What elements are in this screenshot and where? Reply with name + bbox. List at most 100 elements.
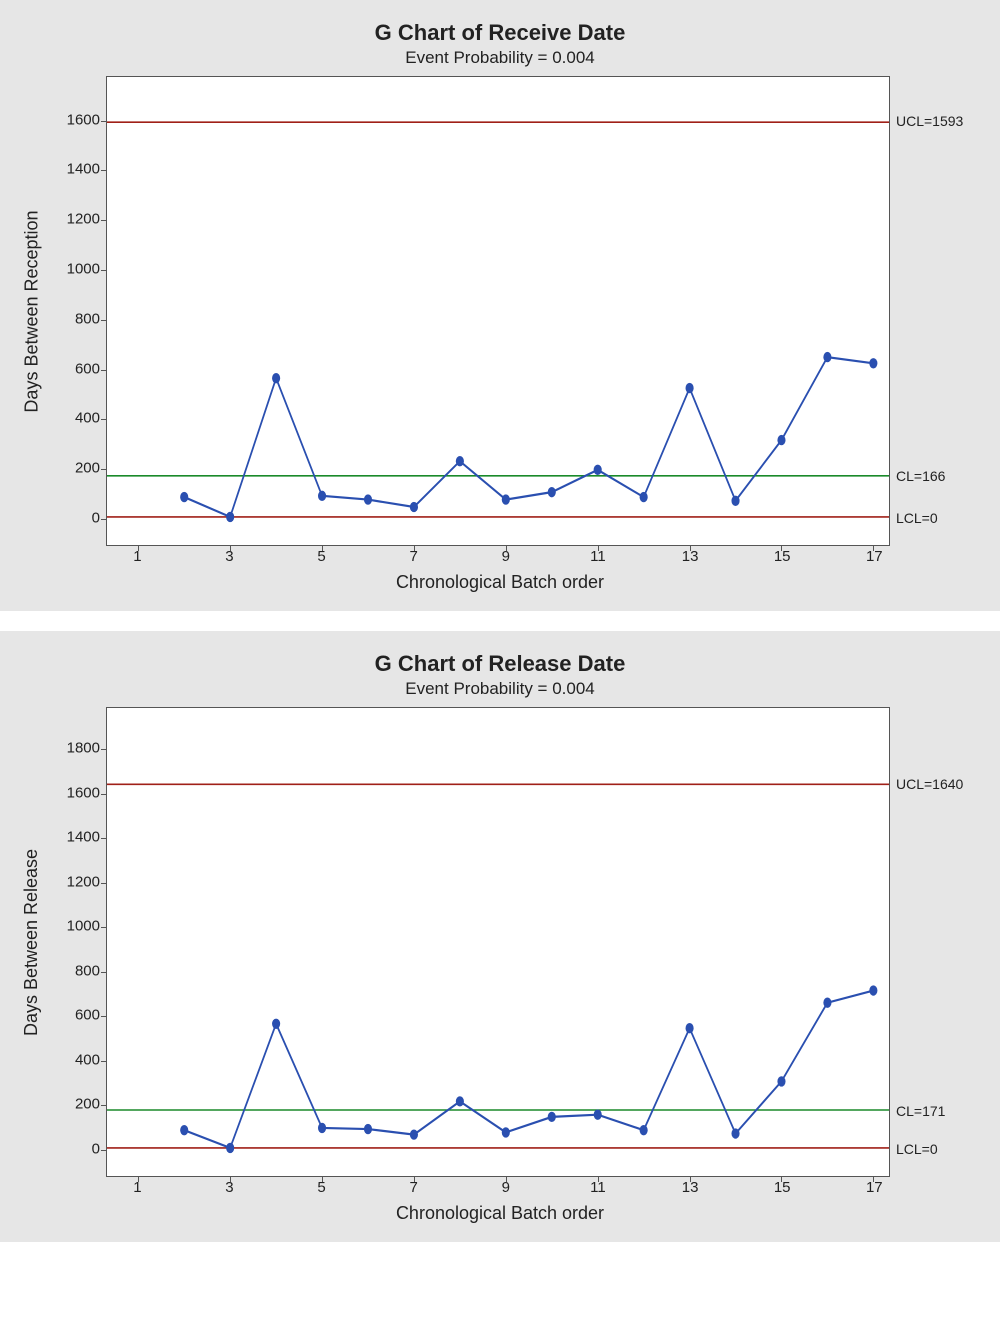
plot-svg — [107, 708, 889, 1176]
x-tick-label: 9 — [502, 1179, 510, 1196]
plot-cell — [106, 76, 890, 546]
data-point — [456, 456, 464, 466]
cl-label: CL=171 — [896, 1103, 945, 1119]
data-point — [410, 502, 418, 512]
data-point — [731, 1128, 739, 1138]
x-tick-label: 3 — [225, 1179, 233, 1196]
y-tick-label: 200 — [75, 460, 100, 477]
data-point — [869, 358, 877, 368]
y-tick-label: 0 — [92, 1140, 100, 1157]
x-tick-label: 13 — [682, 1179, 699, 1196]
y-tick-label: 1600 — [67, 784, 100, 801]
chart-panel-release: G Chart of Release Date Event Probabilit… — [0, 631, 1000, 1242]
y-tick-label: 1200 — [67, 211, 100, 228]
chart-title: G Chart of Release Date — [14, 651, 986, 677]
x-tick-label: 11 — [590, 548, 606, 565]
chart-subtitle: Event Probability = 0.004 — [14, 679, 986, 699]
x-tick-label: 5 — [317, 1179, 325, 1196]
limit-labels: UCL=1593CL=166LCL=0 — [890, 76, 986, 546]
x-tick-label: 15 — [774, 1179, 791, 1196]
plot-row: Days Between Reception 02004006008001000… — [14, 76, 986, 546]
lcl-label: LCL=0 — [896, 510, 938, 526]
y-tick-label: 1200 — [67, 873, 100, 890]
data-point — [823, 998, 831, 1008]
plot-area — [106, 76, 890, 546]
x-tick-label: 7 — [410, 548, 418, 565]
x-tick-label: 1 — [133, 548, 141, 565]
data-point — [777, 435, 785, 445]
x-tick-label: 13 — [682, 548, 699, 565]
data-point — [410, 1129, 418, 1139]
data-point — [594, 1109, 602, 1119]
x-ticks-row: 1357911131517 — [14, 546, 986, 570]
limit-labels: UCL=1640 CL=171 LCL=0 — [890, 707, 986, 1177]
y-axis-label: Days Between Release — [22, 848, 43, 1035]
x-tick-label: 9 — [502, 548, 510, 565]
lcl-label: LCL=0 — [896, 1141, 938, 1157]
y-ticks: 02004006008001000120014001600 — [50, 76, 106, 546]
x-ticks-row: 1357911131517 — [14, 1177, 986, 1201]
y-axis-label-cell: Days Between Reception — [14, 76, 50, 546]
page: G Chart of Receive Date Event Probabilit… — [0, 0, 1000, 1242]
y-tick-label: 1400 — [67, 161, 100, 178]
x-tick-label: 7 — [410, 1179, 418, 1196]
y-tick-label: 1000 — [67, 918, 100, 935]
cl-label: CL=166 — [896, 468, 945, 484]
y-tick-label: 600 — [75, 360, 100, 377]
data-point — [731, 496, 739, 506]
x-tick-label: 17 — [866, 1179, 883, 1196]
y-ticks: 0 200 400 600 800 1000 1200 1400 1600 1800 — [50, 707, 106, 1177]
x-tick-label: 3 — [225, 548, 233, 565]
data-point — [869, 985, 877, 995]
x-ticks: 1357911131517 — [106, 546, 890, 570]
chart-panel-receive: G Chart of Receive Date Event Probabilit… — [0, 0, 1000, 611]
data-point — [594, 465, 602, 475]
chart-subtitle: Event Probability = 0.004 — [14, 48, 986, 68]
x-tick-label: 1 — [133, 1179, 141, 1196]
y-tick-label: 800 — [75, 310, 100, 327]
data-point — [640, 1125, 648, 1135]
plot-cell — [106, 707, 890, 1177]
data-point — [180, 1125, 188, 1135]
data-point — [640, 492, 648, 502]
data-point — [226, 1143, 234, 1153]
y-tick-label: 200 — [75, 1096, 100, 1113]
y-axis-label-cell: Days Between Release — [14, 707, 50, 1177]
data-point — [456, 1096, 464, 1106]
plot-area — [106, 707, 890, 1177]
data-point — [180, 492, 188, 502]
x-axis-label: Chronological Batch order — [14, 572, 986, 593]
y-tick-label: 800 — [75, 962, 100, 979]
x-tick-label: 15 — [774, 548, 791, 565]
data-line — [184, 991, 873, 1148]
y-tick-label: 0 — [92, 509, 100, 526]
data-point — [548, 487, 556, 497]
x-tick-label: 17 — [866, 548, 883, 565]
x-tick-label: 5 — [317, 548, 325, 565]
y-tick-label: 1600 — [67, 111, 100, 128]
data-point — [364, 1124, 372, 1134]
plot-svg — [107, 77, 889, 545]
x-tick-label: 11 — [590, 1179, 606, 1196]
y-tick-label: 1800 — [67, 740, 100, 757]
plot-row: Days Between Release 0 200 400 600 800 1000 12… — [14, 707, 986, 1177]
data-point — [272, 373, 280, 383]
y-tick-label: 600 — [75, 1007, 100, 1024]
data-line — [184, 357, 873, 517]
data-point — [502, 1127, 510, 1137]
data-point — [548, 1112, 556, 1122]
data-point — [777, 1076, 785, 1086]
panel-gap — [0, 611, 1000, 631]
data-point — [272, 1019, 280, 1029]
y-tick-label: 400 — [75, 1051, 100, 1068]
y-axis-label: Days Between Reception — [22, 210, 43, 412]
data-point — [318, 491, 326, 501]
x-ticks: 1357911131517 — [106, 1177, 890, 1201]
data-point — [686, 1023, 694, 1033]
y-tick-label: 400 — [75, 410, 100, 427]
y-tick-label: 1400 — [67, 829, 100, 846]
data-point — [502, 494, 510, 504]
ucl-label: UCL=1640 — [896, 776, 963, 792]
data-point — [318, 1123, 326, 1133]
data-point — [823, 352, 831, 362]
